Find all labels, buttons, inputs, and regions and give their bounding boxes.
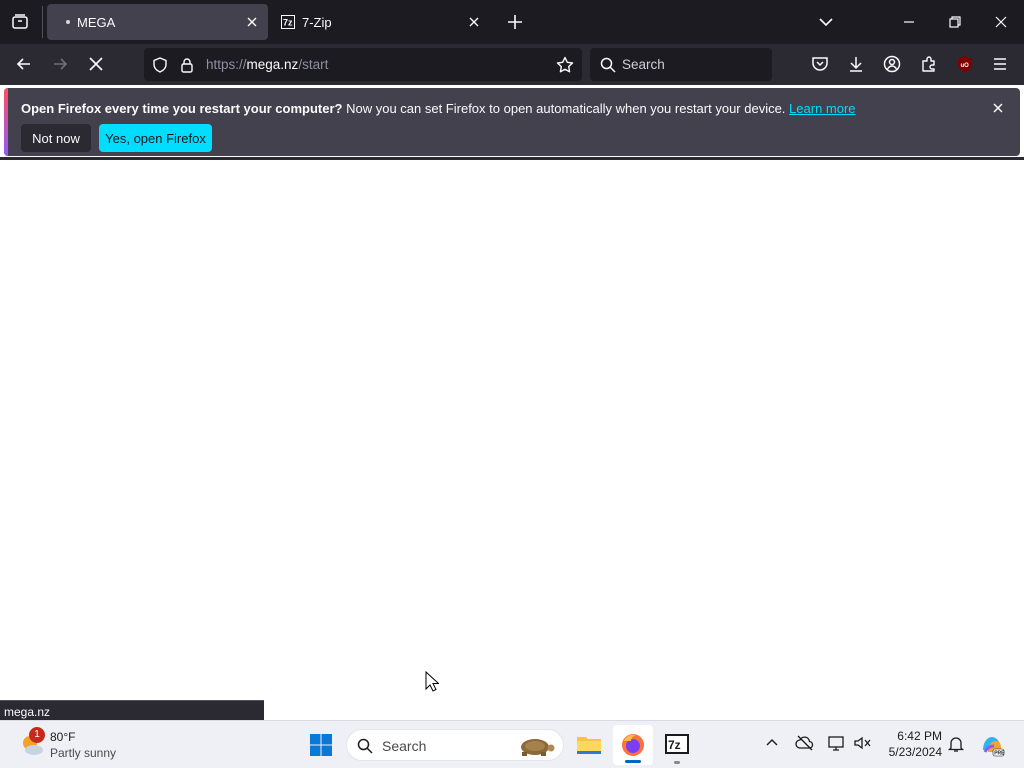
list-all-tabs-chevron-icon[interactable] xyxy=(816,12,836,32)
status-url-panel: mega.nz xyxy=(0,700,264,720)
search-bar[interactable]: Search xyxy=(590,48,772,81)
url-text[interactable]: https://mega.nz/start xyxy=(206,57,328,72)
close-window-icon[interactable] xyxy=(991,12,1011,32)
weather-description[interactable]: Partly sunny xyxy=(50,746,116,760)
clock-date[interactable]: 5/23/2024 xyxy=(870,745,942,759)
7zip-taskbar-icon[interactable]: 7z xyxy=(664,732,690,756)
clock-time[interactable]: 6:42 PM xyxy=(870,729,942,743)
url-host: mega.nz xyxy=(246,57,299,72)
close-notification-icon[interactable] xyxy=(990,100,1006,116)
tab-strip-separator xyxy=(42,6,43,38)
svg-text:PRE: PRE xyxy=(994,751,1005,757)
tab-title: 7-Zip xyxy=(302,15,332,30)
close-tab-icon[interactable] xyxy=(466,14,482,30)
restore-icon[interactable] xyxy=(945,12,965,32)
search-highlight-turtle-icon xyxy=(513,734,557,758)
notification-text: Now you can set Firefox to open automati… xyxy=(342,101,790,116)
windows-taskbar: 1 80°F Partly sunny Search 7z 6:42 PM 5/… xyxy=(0,720,1024,768)
lock-icon[interactable] xyxy=(179,56,195,74)
back-arrow-icon[interactable] xyxy=(14,54,34,74)
weather-temperature[interactable]: 80°F xyxy=(50,730,75,744)
downloads-icon[interactable] xyxy=(846,54,866,74)
close-tab-icon[interactable] xyxy=(244,14,260,30)
search-input[interactable]: Search xyxy=(622,57,665,72)
running-app-indicator xyxy=(674,761,680,764)
url-bar[interactable]: https://mega.nz/start xyxy=(144,48,582,81)
tab-strip: MEGA 7z 7-Zip xyxy=(0,0,1024,44)
tab-title: MEGA xyxy=(77,15,116,30)
account-icon[interactable] xyxy=(882,54,902,74)
not-now-button[interactable]: Not now xyxy=(21,124,91,152)
url-path: /start xyxy=(298,57,329,72)
forward-arrow-icon[interactable] xyxy=(50,54,70,74)
tab-mega[interactable]: MEGA xyxy=(47,4,268,40)
copilot-icon[interactable]: PRE xyxy=(979,732,1005,758)
file-explorer-icon[interactable] xyxy=(576,732,602,756)
firefox-taskbar-button[interactable] xyxy=(613,725,653,765)
search-icon xyxy=(357,738,373,754)
minimize-icon[interactable] xyxy=(899,12,919,32)
taskbar-search-input[interactable]: Search xyxy=(382,738,426,754)
loading-dot-icon xyxy=(66,20,70,24)
page-content-area[interactable] xyxy=(0,160,1024,700)
notification-title: Open Firefox every time you restart your… xyxy=(21,101,343,116)
tab-list-icon[interactable] xyxy=(10,12,30,32)
notification-accent-stripe xyxy=(4,88,8,156)
svg-text:7z: 7z xyxy=(668,738,681,752)
ublock-origin-icon[interactable]: uO xyxy=(955,54,975,74)
extensions-icon[interactable] xyxy=(919,54,939,74)
display-network-icon[interactable] xyxy=(827,734,847,752)
active-app-indicator xyxy=(625,760,641,763)
notification-bell-icon[interactable] xyxy=(947,735,965,753)
notification-bar: Open Firefox every time you restart your… xyxy=(4,88,1020,156)
svg-text:7z: 7z xyxy=(283,18,293,28)
hamburger-menu-icon[interactable] xyxy=(990,54,1010,74)
firefox-icon xyxy=(620,732,646,758)
mouse-cursor-icon xyxy=(425,671,439,693)
onedrive-offline-icon[interactable] xyxy=(795,734,815,752)
learn-more-link[interactable]: Learn more xyxy=(789,101,855,116)
navigation-toolbar: https://mega.nz/start Search uO xyxy=(0,44,1024,85)
stop-loading-icon[interactable] xyxy=(86,54,106,74)
new-tab-icon[interactable] xyxy=(505,12,525,32)
weather-alert-badge: 1 xyxy=(29,727,45,743)
yes-open-firefox-button[interactable]: Yes, open Firefox xyxy=(99,124,212,152)
pocket-icon[interactable] xyxy=(810,54,830,74)
url-prefix: https:// xyxy=(206,57,247,72)
notification-message: Open Firefox every time you restart your… xyxy=(21,101,856,116)
7zip-favicon-icon: 7z xyxy=(281,15,295,29)
bookmark-star-icon[interactable] xyxy=(555,55,575,75)
svg-text:uO: uO xyxy=(961,63,970,69)
windows-start-icon[interactable] xyxy=(309,733,333,757)
taskbar-search-box[interactable]: Search xyxy=(346,729,564,761)
shield-icon[interactable] xyxy=(151,56,169,74)
search-icon xyxy=(599,56,617,74)
tab-7zip[interactable]: 7z 7-Zip xyxy=(272,4,490,40)
show-hidden-icons-chevron-icon[interactable] xyxy=(764,735,780,751)
